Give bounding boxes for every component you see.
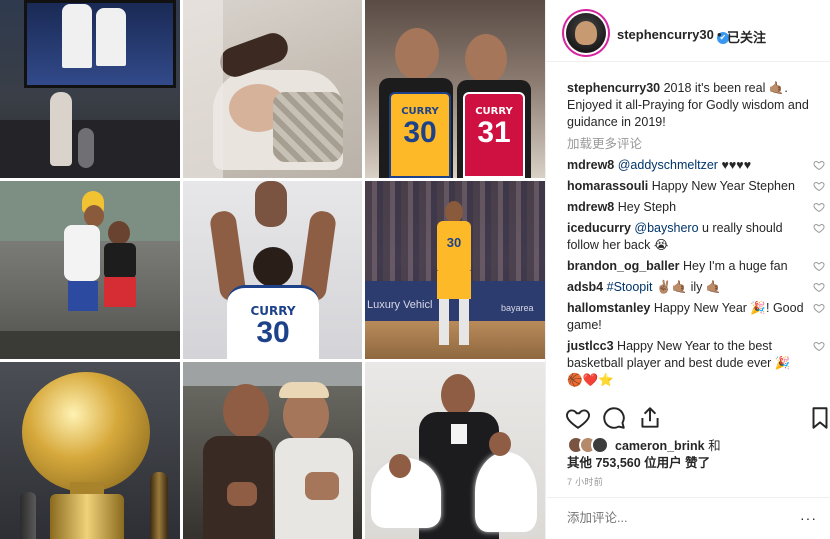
comment-row: hallomstanley Happy New Year 🎉! Good gam… [567,300,825,334]
comment-row: mdrew8 Hey Steph [567,199,825,216]
likes-joiner: 和 [704,439,721,453]
jersey-front-number: 30 [446,235,462,250]
grid-photo-family[interactable] [365,362,545,539]
comment-hashtag[interactable]: #Stoopit [607,280,653,294]
comment-username[interactable]: iceducurry [567,221,631,235]
share-icon[interactable] [637,405,663,431]
comment-mention[interactable]: @bayshero [634,221,698,235]
header-separator: • [717,27,722,42]
comment-like-icon[interactable] [813,340,825,352]
load-more-comments[interactable]: 加载更多评论 [567,136,825,153]
comment-text: Happy New Year Stephen [648,179,795,193]
comment-username[interactable]: adsb4 [567,280,603,294]
jersey-left-number: 30 [403,116,437,149]
jersey-back-number: 30 [256,316,290,349]
grid-photo-jerseys[interactable]: CURRY 30 CURRY 31 [365,0,545,178]
grid-photo-court[interactable]: Luxury Vehicl bayarea 30 [365,181,545,359]
likes-suffix: 位用户 赞了 [640,456,711,470]
add-comment-bar: ··· [546,497,830,539]
grid-photo-back-jersey[interactable]: CURRY 30 [183,181,362,359]
jersey-right-number: 31 [477,116,511,149]
grid-photo-baby[interactable] [183,0,362,178]
comment-like-icon[interactable] [813,222,825,234]
follow-status-button[interactable]: 已关注 [727,27,766,46]
comment-icon[interactable] [601,405,627,431]
caption: stephencurry30 2018 it's been real 🤙🏽. E… [567,80,825,131]
likes-first-user[interactable]: cameron_brink [615,439,705,453]
action-bar [546,400,830,434]
comment-input[interactable] [567,511,767,525]
comment-like-icon[interactable] [813,281,825,293]
court-banner-right: bayarea [501,303,534,313]
comment-username[interactable]: hallomstanley [567,301,650,315]
liker-avatar [591,436,609,454]
likes-others-prefix[interactable]: 其他 [567,456,595,470]
post-panel: stephencurry30 ✔ • 已关注 stephencurry30 201… [545,0,830,539]
comment-row: justlcc3 Happy New Year to the best bask… [567,338,825,389]
caption-username[interactable]: stephencurry30 [567,81,660,95]
photo-grid: CURRY 30 CURRY 31 CURRY 30 Luxury Vehicl… [0,0,545,539]
comment-username[interactable]: homarassouli [567,179,648,193]
comment-row: brandon_og_baller Hey I'm a huge fan [567,258,825,275]
comment-username[interactable]: brandon_og_baller [567,259,680,273]
post-timestamp[interactable]: 7 小时前 [567,475,603,488]
grid-photo-trophy[interactable] [0,362,180,539]
comment-username[interactable]: mdrew8 [567,158,614,172]
header-username[interactable]: stephencurry30 ✔ [617,27,729,44]
comment-text: Hey Steph [614,200,677,214]
avatar-face [575,21,597,45]
grid-photo-friends[interactable] [183,362,362,539]
comment-row: homarassouli Happy New Year Stephen [567,178,825,195]
comments-section: stephencurry30 2018 it's been real 🤙🏽. E… [567,80,825,389]
comment-like-icon[interactable] [813,159,825,171]
comment-like-icon[interactable] [813,302,825,314]
bookmark-icon[interactable] [807,405,830,431]
comment-text: ✌🏽🤙🏽 ily 🤙🏽 [652,280,722,294]
post-header: stephencurry30 ✔ • 已关注 [546,0,830,62]
more-options-icon[interactable]: ··· [800,510,817,526]
avatar[interactable] [566,13,606,53]
comment-text: ♥♥♥♥ [717,158,752,172]
likes-count[interactable]: 753,560 [595,456,640,470]
comment-username[interactable]: mdrew8 [567,200,614,214]
comment-like-icon[interactable] [813,201,825,213]
grid-photo-couple[interactable] [0,181,180,359]
comment-like-icon[interactable] [813,180,825,192]
court-banner: Luxury Vehicl [367,299,433,311]
comment-row: mdrew8 @addyschmeltzer ♥♥♥♥ [567,157,825,174]
likes-summary: cameron_brink 和 其他 753,560 位用户 赞了 [567,436,825,472]
header-username-text[interactable]: stephencurry30 [617,27,714,42]
comment-mention[interactable]: @addyschmeltzer [618,158,718,172]
comment-like-icon[interactable] [813,260,825,272]
comment-row: iceducurry @bayshero u really should fol… [567,220,825,254]
comment-row: adsb4 #Stoopit ✌🏽🤙🏽 ily 🤙🏽 [567,279,825,296]
heart-icon[interactable] [565,405,591,431]
grid-photo-kids-screen[interactable] [0,0,180,178]
comment-username[interactable]: justlcc3 [567,339,614,353]
comment-text: Hey I'm a huge fan [679,259,788,273]
